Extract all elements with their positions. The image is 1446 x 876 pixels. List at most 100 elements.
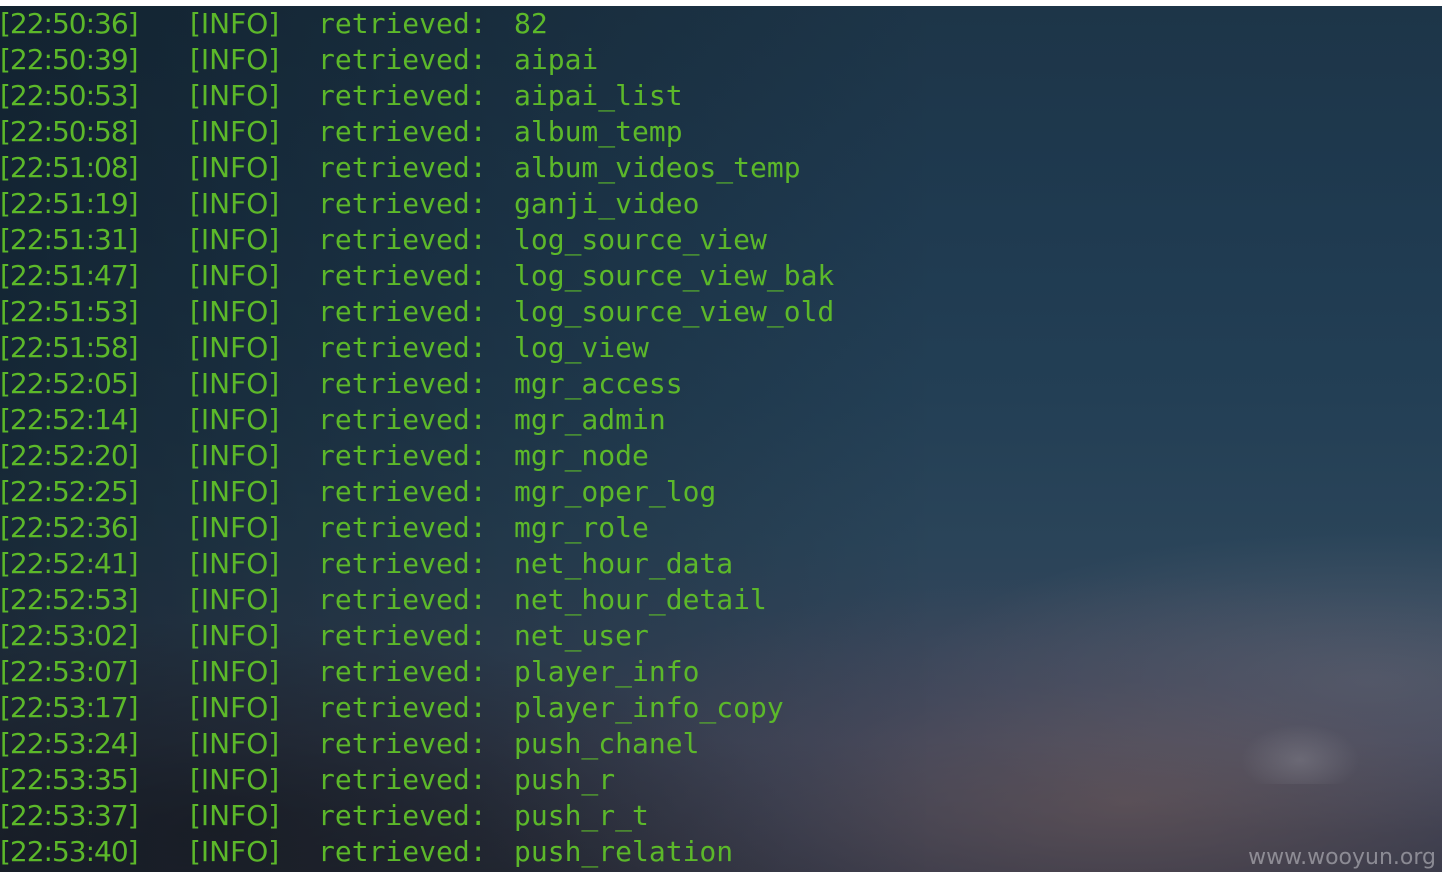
log-value: aipai: [514, 43, 599, 76]
background-cloud: [1240, 724, 1360, 784]
watermark: www.wooyun.org: [1248, 845, 1436, 870]
log-value: net_hour_detail: [514, 583, 767, 616]
log-message: retrieved:: [318, 691, 487, 724]
log-message: retrieved:: [318, 43, 487, 76]
log-line: [22:52:05] [INFO] retrieved: mgr_access: [0, 366, 834, 402]
log-line: [22:50:53] [INFO] retrieved: aipai_list: [0, 78, 834, 114]
log-timestamp: [22:51:47]: [0, 259, 139, 292]
log-level: [INFO]: [190, 367, 280, 400]
log-level: [INFO]: [190, 7, 280, 40]
log-level: [INFO]: [190, 619, 280, 652]
log-level: [INFO]: [190, 331, 280, 364]
log-line: [22:50:39] [INFO] retrieved: aipai: [0, 42, 834, 78]
log-line: [22:51:31] [INFO] retrieved: log_source_vie…: [0, 222, 834, 258]
log-level: [INFO]: [190, 223, 280, 256]
log-line: [22:51:47] [INFO] retrieved: log_source_vie…: [0, 258, 834, 294]
log-line: [22:51:58] [INFO] retrieved: log_view: [0, 330, 834, 366]
log-timestamp: [22:50:39]: [0, 43, 139, 76]
log-message: retrieved:: [318, 619, 487, 652]
log-line: [22:51:53] [INFO] retrieved: log_source_vie…: [0, 294, 834, 330]
log-timestamp: [22:52:14]: [0, 403, 139, 436]
log-level: [INFO]: [190, 115, 280, 148]
log-line: [22:52:53] [INFO] retrieved: net_hour_detai…: [0, 582, 834, 618]
log-timestamp: [22:51:53]: [0, 295, 139, 328]
log-message: retrieved:: [318, 79, 487, 112]
log-line: [22:53:37] [INFO] retrieved: push_r_t: [0, 798, 834, 834]
log-message: retrieved:: [318, 727, 487, 760]
log-timestamp: [22:51:58]: [0, 331, 139, 364]
log-level: [INFO]: [190, 79, 280, 112]
log-value: player_info_copy: [514, 691, 784, 724]
log-line: [22:51:08] [INFO] retrieved: album_videos_t…: [0, 150, 834, 186]
log-timestamp: [22:52:05]: [0, 367, 139, 400]
log-message: retrieved:: [318, 367, 487, 400]
log-timestamp: [22:52:20]: [0, 439, 139, 472]
log-value: mgr_node: [514, 439, 649, 472]
log-timestamp: [22:52:53]: [0, 583, 139, 616]
log-message: retrieved:: [318, 259, 487, 292]
log-level: [INFO]: [190, 727, 280, 760]
log-value: mgr_role: [514, 511, 649, 544]
log-level: [INFO]: [190, 799, 280, 832]
log-timestamp: [22:50:58]: [0, 115, 139, 148]
log-message: retrieved:: [318, 403, 487, 436]
log-line: [22:53:07] [INFO] retrieved: player_info: [0, 654, 834, 690]
log-level: [INFO]: [190, 187, 280, 220]
log-level: [INFO]: [190, 403, 280, 436]
log-message: retrieved:: [318, 439, 487, 472]
log-message: retrieved:: [318, 835, 487, 868]
log-value: push_r: [514, 763, 616, 796]
log-timestamp: [22:53:07]: [0, 655, 139, 688]
log-value: ganji_video: [514, 187, 700, 220]
log-line: [22:52:36] [INFO] retrieved: mgr_role: [0, 510, 834, 546]
terminal-output[interactable]: [22:50:36] [INFO] retrieved: 82 [22:50:39] [I…: [0, 6, 834, 870]
log-timestamp: [22:50:53]: [0, 79, 139, 112]
log-value: push_relation: [514, 835, 734, 868]
log-message: retrieved:: [318, 223, 487, 256]
log-timestamp: [22:53:02]: [0, 619, 139, 652]
log-value: mgr_access: [514, 367, 683, 400]
log-level: [INFO]: [190, 511, 280, 544]
log-timestamp: [22:53:35]: [0, 763, 139, 796]
log-value: net_hour_data: [514, 547, 734, 580]
log-value: log_source_view: [514, 223, 767, 256]
log-line: [22:52:20] [INFO] retrieved: mgr_node: [0, 438, 834, 474]
log-line: [22:53:17] [INFO] retrieved: player_info_co…: [0, 690, 834, 726]
log-message: retrieved:: [318, 511, 487, 544]
log-message: retrieved:: [318, 187, 487, 220]
log-value: aipai_list: [514, 79, 683, 112]
log-line: [22:53:24] [INFO] retrieved: push_chanel: [0, 726, 834, 762]
log-message: retrieved:: [318, 799, 487, 832]
log-line: [22:50:58] [INFO] retrieved: album_temp: [0, 114, 834, 150]
log-level: [INFO]: [190, 259, 280, 292]
log-message: retrieved:: [318, 475, 487, 508]
log-message: retrieved:: [318, 583, 487, 616]
log-value: push_chanel: [514, 727, 700, 760]
log-level: [INFO]: [190, 835, 280, 868]
log-value: log_source_view_bak: [514, 259, 835, 292]
log-message: retrieved:: [318, 763, 487, 796]
log-timestamp: [22:53:17]: [0, 691, 139, 724]
log-line: [22:53:35] [INFO] retrieved: push_r: [0, 762, 834, 798]
log-timestamp: [22:53:40]: [0, 835, 139, 868]
log-level: [INFO]: [190, 547, 280, 580]
log-level: [INFO]: [190, 439, 280, 472]
log-value: player_info: [514, 655, 700, 688]
log-line: [22:50:36] [INFO] retrieved: 82: [0, 6, 834, 42]
log-level: [INFO]: [190, 691, 280, 724]
log-timestamp: [22:52:41]: [0, 547, 139, 580]
log-timestamp: [22:52:36]: [0, 511, 139, 544]
log-level: [INFO]: [190, 295, 280, 328]
log-timestamp: [22:50:36]: [0, 7, 139, 40]
log-line: [22:51:19] [INFO] retrieved: ganji_video: [0, 186, 834, 222]
log-line: [22:52:41] [INFO] retrieved: net_hour_data: [0, 546, 834, 582]
log-value: log_source_view_old: [514, 295, 835, 328]
log-level: [INFO]: [190, 475, 280, 508]
log-level: [INFO]: [190, 43, 280, 76]
log-value: mgr_oper_log: [514, 475, 717, 508]
log-message: retrieved:: [318, 547, 487, 580]
log-level: [INFO]: [190, 583, 280, 616]
log-value: album_videos_temp: [514, 151, 801, 184]
log-value: log_view: [514, 331, 649, 364]
log-timestamp: [22:52:25]: [0, 475, 139, 508]
